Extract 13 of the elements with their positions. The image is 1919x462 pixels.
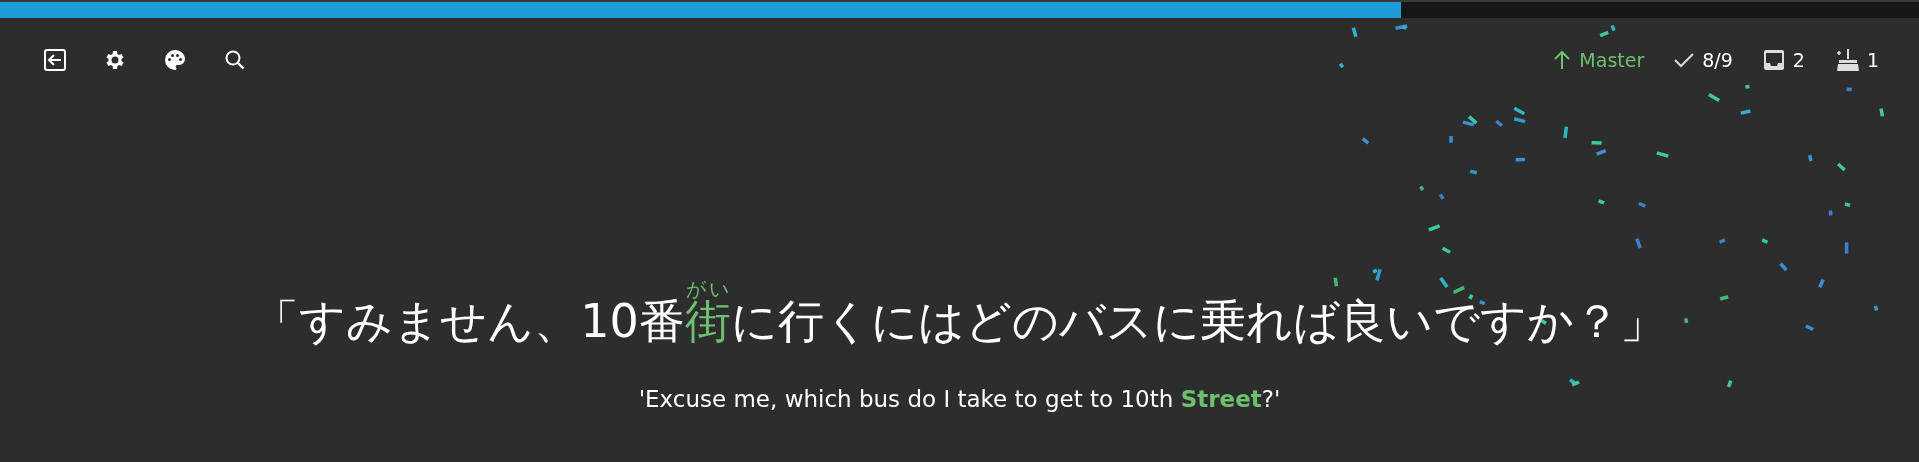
search-icon bbox=[224, 49, 246, 71]
up-arrow-icon bbox=[1553, 50, 1572, 70]
exit-icon bbox=[44, 49, 66, 71]
check-icon bbox=[1674, 52, 1695, 68]
branch-status[interactable]: Master bbox=[1553, 49, 1645, 71]
broom-icon bbox=[1834, 48, 1859, 72]
inbox-icon bbox=[1762, 49, 1785, 71]
palette-icon bbox=[163, 48, 187, 72]
inbox-status[interactable]: 2 bbox=[1762, 49, 1805, 71]
check-status[interactable]: 8/9 bbox=[1674, 49, 1733, 71]
japanese-sentence: 「すみません、10番街 がい に行くにはどのバスに乗れば良いですか？」 bbox=[253, 280, 1666, 344]
translation: 'Excuse me, which bus do I take to get to 10th Street?' bbox=[638, 386, 1281, 412]
broom-status[interactable]: 1 bbox=[1834, 48, 1879, 72]
